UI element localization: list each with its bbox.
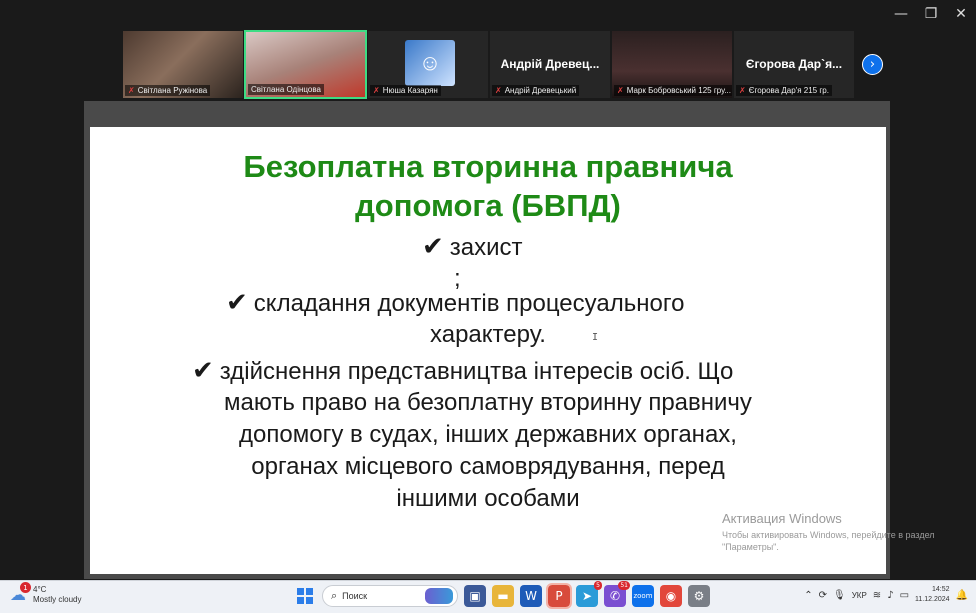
microphone-icon[interactable]: 🎙	[833, 590, 846, 601]
checkmark-icon: ✔	[192, 356, 214, 386]
participant-tile[interactable]: ✗ Світлана Ружінова	[122, 30, 244, 99]
powerpoint-icon[interactable]: P	[546, 583, 572, 609]
system-tray: ⌃ ⟳ 🎙 УКР ≋ ♪ ▭ 14:52 11.12.2024 🔔	[804, 585, 968, 605]
word-icon[interactable]: W	[520, 585, 542, 607]
chevron-up-icon[interactable]: ⌃	[804, 590, 812, 601]
cloud-icon: ☁ 1	[10, 582, 31, 605]
task-view-icon[interactable]: ▣	[464, 585, 486, 607]
participant-tile[interactable]: Єгорова Дар`я... ✗ Єгорова Дар'я 215 гр.	[733, 30, 855, 99]
bullet-item-3: ✔ здійснення представництва інтересів осі…	[192, 356, 734, 386]
participant-name: Єгорова Дар`я...	[745, 57, 843, 71]
minimize-button[interactable]: —	[886, 0, 916, 28]
clock[interactable]: 14:52 11.12.2024	[915, 585, 950, 605]
mic-muted-icon: ✗	[617, 86, 624, 95]
restore-button[interactable]: ❐	[916, 0, 946, 28]
search-placeholder: Поиск	[342, 591, 368, 601]
zoom-icon[interactable]: zoom	[632, 585, 654, 607]
participant-label: ✗ Андрій Древецький	[492, 85, 580, 96]
close-button[interactable]: ✕	[946, 0, 976, 28]
avatar: ☺	[405, 40, 455, 86]
watermark-title: Активация Windows	[722, 511, 842, 526]
chrome-icon[interactable]: ◉	[660, 585, 682, 607]
telegram-icon[interactable]: ➤ 5	[576, 581, 602, 607]
mic-muted-icon: ✗	[495, 86, 502, 95]
notification-badge: 5	[594, 581, 602, 590]
checkmark-icon: ✔	[226, 288, 248, 318]
clock-date: 11.12.2024	[915, 596, 950, 603]
language-indicator[interactable]: УКР	[852, 591, 867, 600]
mic-muted-icon: ✗	[373, 86, 380, 95]
participant-label: ✗ Нюша Казарян	[370, 85, 441, 96]
participant-label: Світлана Одінцова	[248, 84, 324, 95]
weather-temp: 4°C	[33, 585, 47, 594]
search-highlight-icon	[425, 588, 453, 604]
volume-icon[interactable]: ♪	[887, 590, 893, 601]
slide-title-line1: Безоплатна вторинна правнича	[243, 149, 733, 184]
mic-muted-icon: ✗	[739, 86, 746, 95]
viber-icon[interactable]: ✆ 51	[604, 581, 630, 607]
search-box[interactable]: ⌕ Поиск	[322, 585, 458, 607]
file-explorer-icon[interactable]: ▬	[492, 585, 514, 607]
bullet-item-3-cont-3: органах місцевого самоврядування, перед	[251, 453, 725, 480]
watermark-subtitle: Чтобы активировать Windows, перейдите в …	[722, 530, 935, 552]
bullet-item-2: ✔ складання документів процесуального	[226, 288, 685, 318]
bullet-item-3-cont-1: мають право на безоплатну вторинну правн…	[224, 389, 752, 416]
battery-icon[interactable]: ▭	[900, 590, 909, 601]
slide-title-line2: допомога (БВПД)	[355, 188, 621, 223]
participant-name: Андрій Древец...	[500, 57, 600, 71]
taskbar: ☁ 1 4°C Mostly cloudy ⌕ Поиск ▣ ▬ W P ➤ 5 …	[0, 580, 976, 613]
shared-slide: Безоплатна вторинна правнича допомога (Б…	[90, 127, 886, 574]
notification-badge: 51	[618, 581, 630, 590]
participant-strip: ✗ Світлана Ружінова Світлана Одінцова ☺ ✗…	[122, 30, 855, 99]
settings-icon[interactable]: ⚙	[688, 585, 710, 607]
checkmark-icon: ✔	[422, 232, 444, 262]
participant-label: ✗ Світлана Ружінова	[125, 85, 211, 96]
windows-logo-icon	[297, 588, 313, 604]
participant-tile-active-speaker[interactable]: Світлана Одінцова	[244, 30, 367, 99]
weather-widget[interactable]: ☁ 1 4°C Mostly cloudy	[10, 582, 82, 605]
window-controls: — ❐ ✕	[886, 0, 976, 28]
slide-title: Безоплатна вторинна правнича допомога (Б…	[90, 147, 886, 225]
bullet-item-3-cont-2: допомогу в судах, інших державних органа…	[239, 421, 737, 448]
participant-tile[interactable]: ✗ Марк Бобровський 125 гру...	[611, 30, 733, 99]
bullet-item-1: ✔ захист	[422, 232, 523, 262]
participant-tile[interactable]: ☺ ✗ Нюша Казарян	[367, 30, 489, 99]
chevron-right-icon: ›	[869, 57, 876, 72]
bullet-item-2-cont: характеру.	[430, 321, 546, 348]
sync-icon[interactable]: ⟳	[819, 590, 827, 601]
weather-desc: Mostly cloudy	[33, 595, 82, 604]
start-button[interactable]	[294, 585, 316, 607]
participant-label: ✗ Єгорова Дар'я 215 гр.	[736, 85, 832, 96]
participant-tile[interactable]: Андрій Древец... ✗ Андрій Древецький	[489, 30, 611, 99]
next-page-button[interactable]: ›	[862, 54, 883, 75]
text-cursor-icon: I	[592, 332, 599, 343]
mic-muted-icon: ✗	[128, 86, 135, 95]
search-icon: ⌕	[331, 589, 338, 602]
notification-bell-icon[interactable]: 🔔	[956, 590, 968, 601]
wifi-icon[interactable]: ≋	[873, 590, 881, 601]
taskbar-apps: ⌕ Поиск ▣ ▬ W P ➤ 5 ✆ 51 zoom ◉ ⚙	[294, 581, 710, 609]
notification-badge: 1	[20, 582, 31, 593]
windows-activation-watermark: Активация Windows Чтобы активировать Win…	[722, 511, 942, 553]
clock-time: 14:52	[932, 586, 950, 593]
participant-label: ✗ Марк Бобровський 125 гру...	[614, 85, 732, 96]
